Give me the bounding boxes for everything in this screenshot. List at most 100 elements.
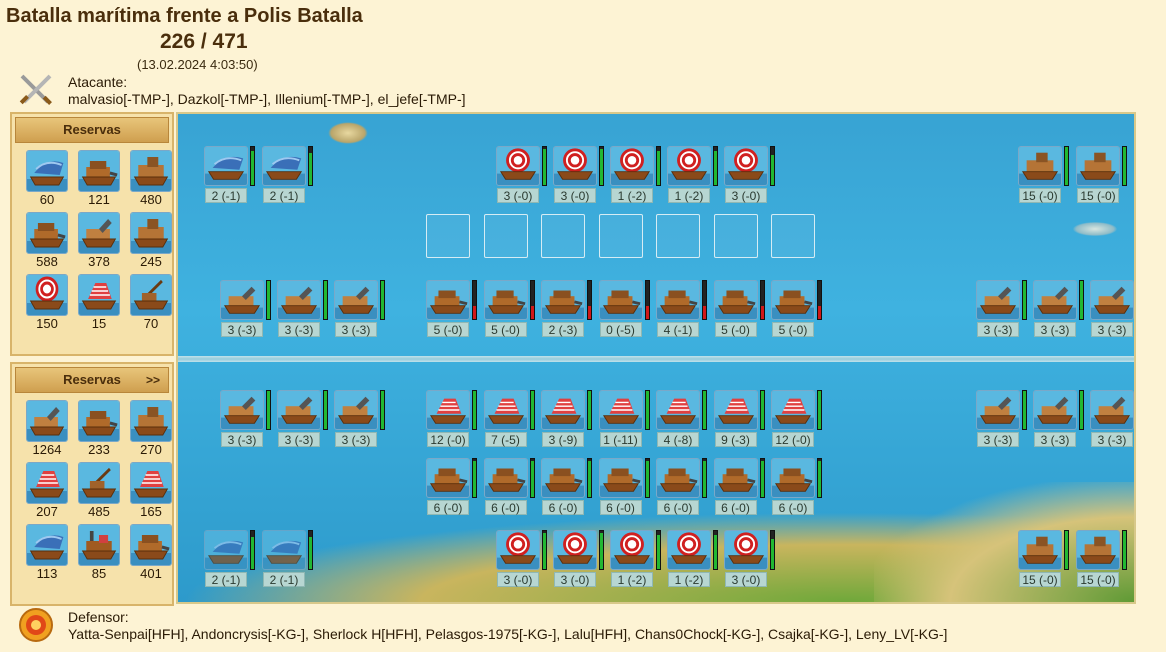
paddle-steamer-unit[interactable] xyxy=(724,146,768,186)
ram-ship-unit[interactable] xyxy=(426,458,470,498)
ram-ship-unit[interactable] xyxy=(130,524,172,566)
paddle-steamer-unit[interactable] xyxy=(667,146,711,186)
paddle-steamer-unit[interactable] xyxy=(496,146,540,186)
rocket-ship-unit[interactable] xyxy=(598,390,643,430)
steam-ram-unit[interactable] xyxy=(78,524,120,566)
paddle-steamer-unit[interactable] xyxy=(553,530,597,570)
flame-ship-unit[interactable] xyxy=(204,146,248,186)
flame-ship-unit[interactable] xyxy=(262,530,306,570)
flame-ship-unit[interactable] xyxy=(204,530,248,570)
mortar-ship-unit[interactable] xyxy=(78,212,120,254)
catapult-ship-unit[interactable] xyxy=(78,462,120,504)
reserve-slot[interactable]: 121 xyxy=(74,150,124,208)
rocket-ship-unit[interactable] xyxy=(483,390,528,430)
reserve-slot[interactable]: 588 xyxy=(22,212,72,270)
mortar-ship-unit[interactable] xyxy=(334,390,378,430)
ballista-ship-unit[interactable] xyxy=(1018,530,1062,570)
reserve-slot[interactable]: 15 xyxy=(74,274,124,332)
catapult-ship-unit[interactable] xyxy=(130,274,172,316)
attacker-reserves-header[interactable]: Reservas xyxy=(15,117,169,143)
rocket-ship-unit[interactable] xyxy=(771,390,815,430)
rocket-ship-unit[interactable] xyxy=(426,390,470,430)
ballista-ship-unit[interactable] xyxy=(130,150,172,192)
reserve-slot[interactable]: 1264 xyxy=(22,400,72,458)
ram-ship-unit[interactable] xyxy=(78,400,120,442)
ram-ship-unit[interactable] xyxy=(771,458,815,498)
ballista-ship-unit[interactable] xyxy=(1076,146,1120,186)
mortar-ship-unit[interactable] xyxy=(334,280,378,320)
empty-slot[interactable] xyxy=(656,214,700,258)
mortar-ship-unit[interactable] xyxy=(1090,390,1134,430)
reserve-slot[interactable]: 70 xyxy=(126,274,176,332)
health-bar xyxy=(529,390,535,430)
paddle-steamer-unit[interactable] xyxy=(724,530,768,570)
mortar-ship-unit[interactable] xyxy=(277,390,321,430)
defender-reserves-header[interactable]: Reservas >> xyxy=(15,367,169,393)
ram-ship-unit[interactable] xyxy=(656,458,700,498)
ram-ship-unit[interactable] xyxy=(26,212,68,254)
ballista-ship-unit[interactable] xyxy=(130,212,172,254)
mortar-ship-unit[interactable] xyxy=(1033,390,1077,430)
ballista-ship-unit[interactable] xyxy=(1018,146,1062,186)
mortar-ship-unit[interactable] xyxy=(26,400,68,442)
rocket-ship-unit[interactable] xyxy=(26,462,68,504)
paddle-steamer-unit[interactable] xyxy=(610,146,654,186)
expand-reserves-button[interactable]: >> xyxy=(146,368,160,392)
reserve-slot[interactable]: 485 xyxy=(74,462,124,520)
rocket-ship-unit[interactable] xyxy=(130,462,172,504)
empty-slot[interactable] xyxy=(598,214,643,258)
health-bar xyxy=(1079,280,1084,320)
rocket-ship-unit[interactable] xyxy=(78,274,120,316)
ram-ship-unit[interactable] xyxy=(541,280,585,320)
empty-slot[interactable] xyxy=(713,214,758,258)
mortar-ship-unit[interactable] xyxy=(976,280,1020,320)
reserve-slot[interactable]: 113 xyxy=(22,524,72,582)
ram-ship-unit[interactable] xyxy=(771,280,815,320)
unit-count-label: 2 (-1) xyxy=(263,572,305,587)
mortar-ship-unit[interactable] xyxy=(220,280,264,320)
empty-slot[interactable] xyxy=(483,214,528,258)
reserve-slot[interactable]: 401 xyxy=(126,524,176,582)
ram-ship-unit[interactable] xyxy=(78,150,120,192)
paddle-steamer-unit[interactable] xyxy=(26,274,68,316)
paddle-steamer-unit[interactable] xyxy=(610,530,654,570)
rocket-ship-unit[interactable] xyxy=(541,390,585,430)
reserve-slot[interactable]: 245 xyxy=(126,212,176,270)
reserve-slot[interactable]: 480 xyxy=(126,150,176,208)
flame-ship-unit[interactable] xyxy=(262,146,306,186)
ram-ship-unit[interactable] xyxy=(656,280,700,320)
mortar-ship-unit[interactable] xyxy=(220,390,264,430)
ballista-ship-unit[interactable] xyxy=(130,400,172,442)
reserve-slot[interactable]: 85 xyxy=(74,524,124,582)
ballista-ship-unit[interactable] xyxy=(1076,530,1120,570)
reserve-slot[interactable]: 233 xyxy=(74,400,124,458)
paddle-steamer-unit[interactable] xyxy=(553,146,597,186)
paddle-steamer-unit[interactable] xyxy=(667,530,711,570)
ram-ship-unit[interactable] xyxy=(483,280,528,320)
reserve-slot[interactable]: 150 xyxy=(22,274,72,332)
ram-ship-unit[interactable] xyxy=(483,458,528,498)
ram-ship-unit[interactable] xyxy=(598,458,643,498)
reserve-slot[interactable]: 378 xyxy=(74,212,124,270)
flame-ship-unit[interactable] xyxy=(26,524,68,566)
ram-ship-unit[interactable] xyxy=(713,458,758,498)
empty-slot[interactable] xyxy=(541,214,585,258)
paddle-steamer-unit[interactable] xyxy=(496,530,540,570)
empty-slot[interactable] xyxy=(426,214,470,258)
mortar-ship-unit[interactable] xyxy=(976,390,1020,430)
rocket-ship-unit[interactable] xyxy=(656,390,700,430)
mortar-ship-unit[interactable] xyxy=(1090,280,1134,320)
rocket-ship-unit[interactable] xyxy=(713,390,758,430)
mortar-ship-unit[interactable] xyxy=(277,280,321,320)
ram-ship-unit[interactable] xyxy=(713,280,758,320)
reserve-slot[interactable]: 270 xyxy=(126,400,176,458)
flame-ship-unit[interactable] xyxy=(26,150,68,192)
mortar-ship-unit[interactable] xyxy=(1033,280,1077,320)
ram-ship-unit[interactable] xyxy=(426,280,470,320)
reserve-slot[interactable]: 165 xyxy=(126,462,176,520)
empty-slot[interactable] xyxy=(771,214,815,258)
ram-ship-unit[interactable] xyxy=(541,458,585,498)
reserve-slot[interactable]: 60 xyxy=(22,150,72,208)
ram-ship-unit[interactable] xyxy=(598,280,643,320)
reserve-slot[interactable]: 207 xyxy=(22,462,72,520)
